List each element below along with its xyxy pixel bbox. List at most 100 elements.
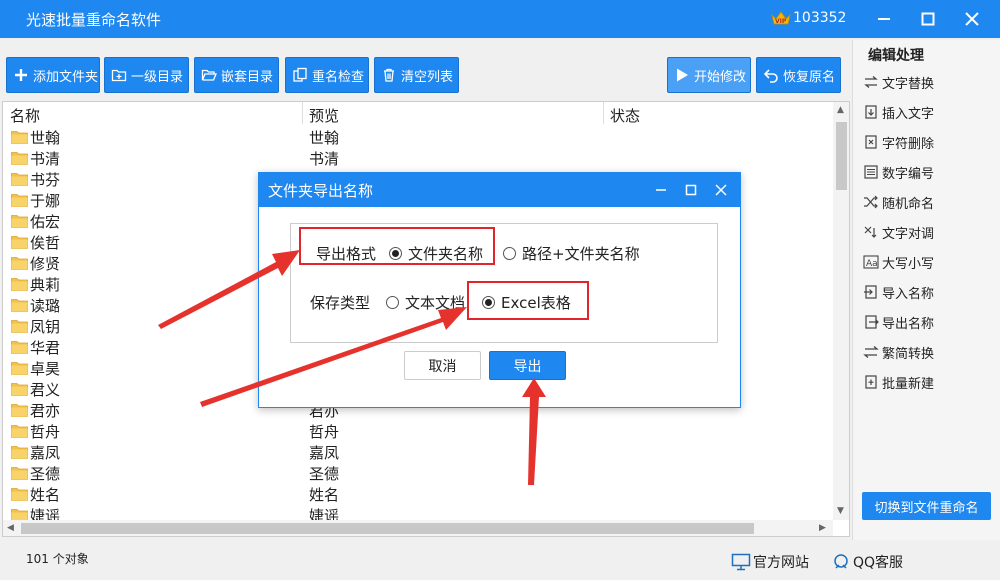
- panel-item-replace-text[interactable]: 文字替换: [863, 71, 934, 93]
- insert-doc-icon: [865, 105, 877, 119]
- table-row[interactable]: 世翰 世翰: [3, 127, 833, 148]
- close-button[interactable]: [959, 6, 985, 32]
- convert-arrows-icon: [863, 346, 879, 358]
- radio-dot-unchecked[interactable]: [386, 296, 399, 309]
- radio-path-folder-name[interactable]: 路径+文件夹名称: [503, 243, 640, 264]
- row-preview: 姓名: [309, 486, 340, 504]
- cross-swap-icon: [864, 226, 877, 238]
- app-title: 光速批量重命名软件: [26, 11, 162, 29]
- vertical-scrollbar[interactable]: ▲ ▼: [833, 102, 849, 520]
- table-row[interactable]: 姓名 姓名: [3, 484, 833, 505]
- restore-names-button[interactable]: 恢复原名: [756, 57, 841, 93]
- row-name: 圣德: [30, 465, 61, 483]
- row-name: 典莉: [30, 276, 61, 294]
- export-icon: [865, 315, 879, 329]
- vip-badge[interactable]: VIP 103352: [770, 9, 846, 27]
- maximize-icon: [921, 12, 935, 26]
- swap-arrows-icon: [864, 76, 878, 88]
- minimize-button[interactable]: [871, 6, 897, 32]
- column-header-preview[interactable]: 预览: [309, 105, 339, 126]
- dialog-title-bar: 文件夹导出名称: [259, 173, 740, 207]
- column-header-name[interactable]: 名称: [10, 105, 40, 126]
- switch-to-file-rename-button[interactable]: 切换到文件重命名: [862, 492, 991, 520]
- dialog-minimize-button[interactable]: [652, 181, 670, 199]
- folder-icon: [11, 341, 28, 354]
- folder-icon: [11, 215, 28, 228]
- duplicate-check-button[interactable]: 重名检查: [285, 57, 369, 93]
- monitor-icon: [731, 553, 751, 571]
- table-row[interactable]: 圣德 圣德: [3, 463, 833, 484]
- scroll-down-icon[interactable]: ▼: [837, 506, 844, 516]
- qq-support-link[interactable]: QQ客服: [831, 552, 903, 572]
- table-row[interactable]: 书清 书清: [3, 148, 833, 169]
- export-button[interactable]: 导出: [489, 351, 566, 380]
- panel-item-number[interactable]: 数字编号: [863, 161, 934, 183]
- folder-icon: [11, 173, 28, 186]
- dialog-close-button[interactable]: [712, 181, 730, 199]
- folder-icon: [11, 362, 28, 375]
- copy-icon: [293, 67, 307, 82]
- maximize-button[interactable]: [915, 6, 941, 32]
- delete-doc-icon: [865, 135, 877, 149]
- website-link[interactable]: 官方网站: [731, 552, 809, 572]
- folder-icon: [11, 383, 28, 396]
- panel-item-import-names[interactable]: 导入名称: [863, 281, 934, 303]
- folder-icon: [11, 257, 28, 270]
- vip-number: 103352: [793, 10, 847, 26]
- panel-item-random-name[interactable]: 随机命名: [863, 191, 934, 213]
- row-name: 哲舟: [30, 423, 61, 441]
- horizontal-scroll-thumb[interactable]: [21, 523, 754, 534]
- vertical-scroll-thumb[interactable]: [836, 122, 847, 190]
- maximize-icon: [685, 184, 697, 196]
- table-row[interactable]: 哲舟 哲舟: [3, 421, 833, 442]
- nested-dir-button[interactable]: 嵌套目录: [194, 57, 279, 93]
- panel-item-insert-text[interactable]: 插入文字: [863, 101, 934, 123]
- column-header-status[interactable]: 状态: [610, 105, 640, 126]
- shuffle-icon: [864, 195, 878, 209]
- radio-dot-unchecked[interactable]: [503, 247, 516, 260]
- radio-text-document[interactable]: 文本文档: [386, 292, 465, 313]
- svg-text:Aa: Aa: [866, 259, 878, 269]
- row-name: 卓昊: [30, 360, 61, 378]
- column-divider[interactable]: [302, 102, 303, 124]
- folder-icon: [11, 488, 28, 501]
- scroll-up-icon[interactable]: ▲: [837, 105, 844, 115]
- cancel-button[interactable]: 取消: [404, 351, 481, 380]
- minimize-icon: [656, 189, 666, 191]
- text-case-icon: Aa: [863, 255, 879, 269]
- list-number-icon: [864, 165, 878, 179]
- row-name: 修贤: [30, 255, 61, 273]
- horizontal-scrollbar[interactable]: ◀ ▶: [3, 520, 833, 536]
- row-name: 君亦: [30, 402, 61, 420]
- folder-icon: [11, 152, 28, 165]
- panel-item-batch-create[interactable]: 批量新建: [863, 371, 934, 393]
- highlight-export-format: [299, 227, 495, 265]
- panel-item-swap-text[interactable]: 文字对调: [863, 221, 934, 243]
- panel-item-convert-chinese[interactable]: 繁简转换: [863, 341, 934, 363]
- toolbar: 添加文件夹 一级目录 嵌套目录 重名检查 清空列表 开始修改 恢复原名: [0, 40, 852, 100]
- panel-item-export-names[interactable]: 导出名称: [863, 311, 934, 333]
- row-name: 读璐: [30, 297, 61, 315]
- new-file-icon: [865, 375, 877, 389]
- svg-text:VIP: VIP: [775, 18, 787, 25]
- panel-item-case[interactable]: Aa 大写小写: [863, 251, 934, 273]
- row-preview: 圣德: [309, 465, 340, 483]
- panel-item-delete-chars[interactable]: 字符删除: [863, 131, 934, 153]
- add-folder-button[interactable]: 添加文件夹: [6, 57, 100, 93]
- folder-icon: [11, 425, 28, 438]
- close-icon: [715, 184, 727, 196]
- qq-icon: [834, 554, 848, 569]
- row-name: 书芬: [30, 171, 61, 189]
- table-row[interactable]: 嘉凤 嘉凤: [3, 442, 833, 463]
- object-count: 101 个对象: [26, 552, 89, 566]
- clear-list-button[interactable]: 清空列表: [374, 57, 459, 93]
- start-rename-button[interactable]: 开始修改: [667, 57, 751, 93]
- level-one-dir-button[interactable]: 一级目录: [104, 57, 189, 93]
- row-name: 俟哲: [30, 234, 61, 252]
- folder-icon: [11, 320, 28, 333]
- import-icon: [864, 285, 877, 299]
- dialog-maximize-button[interactable]: [682, 181, 700, 199]
- scroll-left-icon[interactable]: ◀: [7, 523, 14, 533]
- scroll-right-icon[interactable]: ▶: [819, 523, 826, 533]
- column-divider[interactable]: [603, 102, 604, 124]
